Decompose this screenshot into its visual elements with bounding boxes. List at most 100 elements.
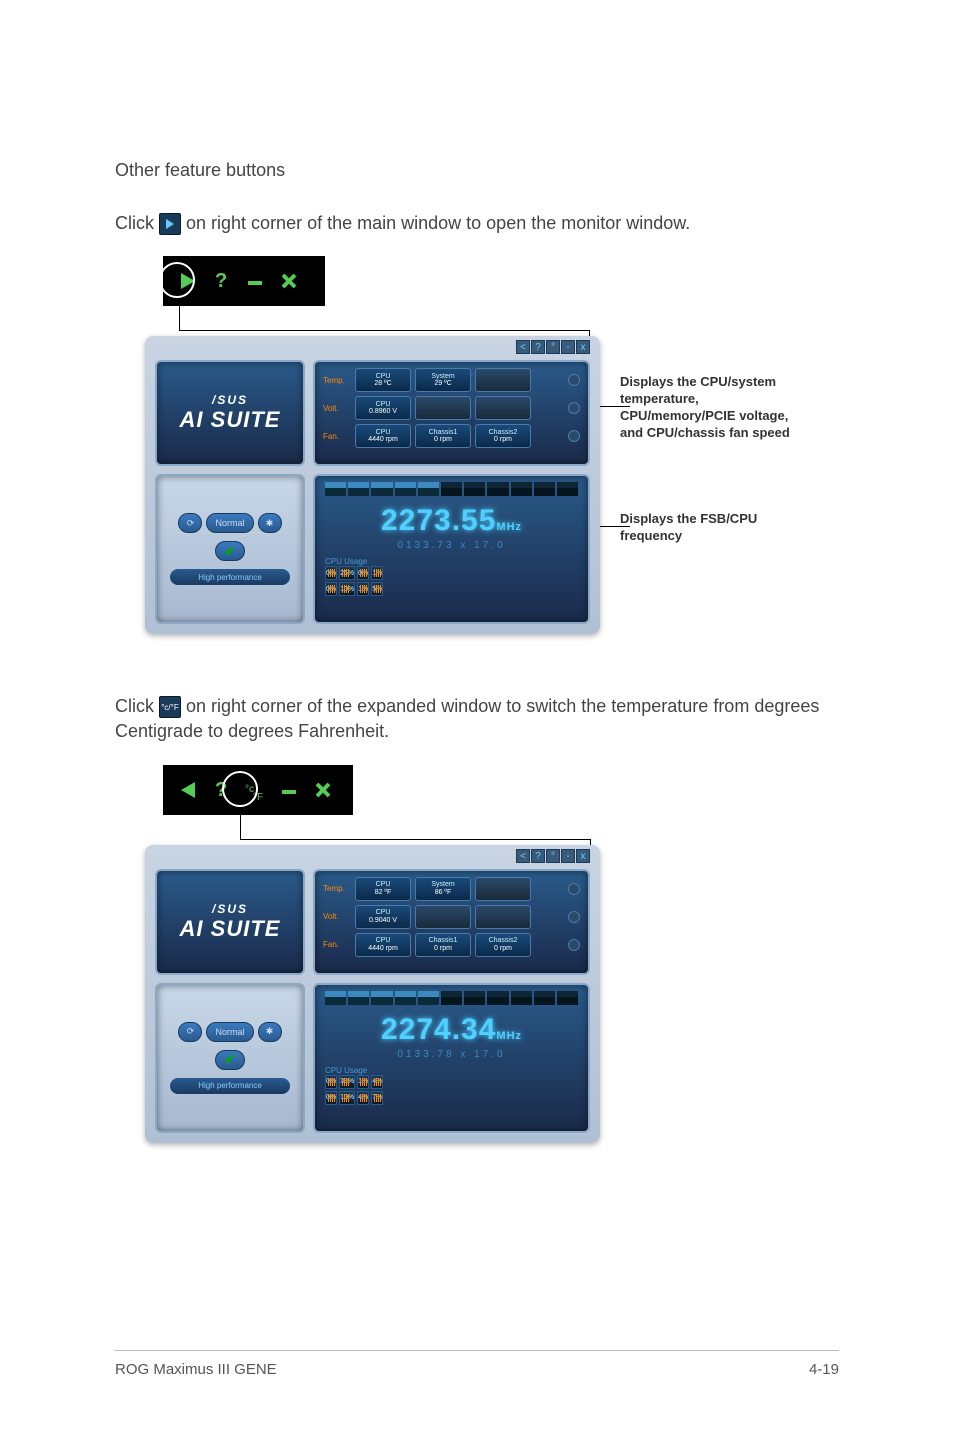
footer-product: ROG Maximus III GENE bbox=[115, 1361, 277, 1378]
callout-connector bbox=[179, 330, 589, 331]
cpu-usage-grid: 0% 26% 0% 1% 0% 10% 1% 5% bbox=[325, 566, 578, 616]
titlebar-strip-1: ? bbox=[163, 256, 325, 306]
collapse-left-icon[interactable]: < bbox=[516, 849, 530, 863]
help-icon[interactable]: ? bbox=[531, 340, 545, 354]
callout-frequency: Displays the FSB/CPU frequency bbox=[620, 511, 810, 545]
frequency-panel: 2274.34MHz 0133.78 x 17.0 CPU Usage 0% 3… bbox=[313, 983, 590, 1133]
cpu-core-usage: 1% bbox=[371, 566, 383, 580]
scroll-indicator-icon[interactable] bbox=[568, 402, 580, 414]
titlebar-strip-2: ? °c°F bbox=[163, 765, 353, 815]
help-icon[interactable]: ? bbox=[531, 849, 545, 863]
minimize-icon[interactable]: - bbox=[561, 340, 575, 354]
scroll-indicator-icon[interactable] bbox=[568, 939, 580, 951]
close-icon[interactable]: x bbox=[576, 340, 590, 354]
temp-unit-icon[interactable]: °c°F bbox=[241, 776, 269, 804]
control-panel: ⟳ Normal ✱ ✔ High performance bbox=[155, 983, 305, 1133]
close-icon[interactable] bbox=[275, 267, 303, 295]
volt-label: Volt. bbox=[323, 912, 351, 921]
mode-normal-button[interactable]: Normal bbox=[206, 513, 253, 533]
frequency-readout: 2274.34MHz bbox=[325, 1013, 578, 1047]
temp-label: Temp. bbox=[323, 884, 351, 893]
fan-label: Fan. bbox=[323, 940, 351, 949]
section-heading: Other feature buttons bbox=[115, 160, 839, 181]
cpu-fan-readout: CPU4440 rpm bbox=[355, 933, 411, 957]
minimize-icon[interactable]: - bbox=[561, 849, 575, 863]
apply-button[interactable]: ✔ bbox=[215, 1050, 245, 1070]
apply-button[interactable]: ✔ bbox=[215, 541, 245, 561]
frequency-multiplier: 0133.78 x 17.0 bbox=[325, 1049, 578, 1060]
page-footer: ROG Maximus III GENE 4-19 bbox=[115, 1350, 839, 1378]
logo-panel: /SUS AI SUITE bbox=[155, 869, 305, 975]
expand-right-icon[interactable] bbox=[173, 267, 201, 295]
scroll-indicator-icon[interactable] bbox=[568, 374, 580, 386]
scroll-indicator-icon[interactable] bbox=[568, 911, 580, 923]
sensor-slot-empty bbox=[475, 396, 531, 420]
frequency-multiplier: 0133.73 x 17.0 bbox=[325, 540, 578, 551]
callout-connector bbox=[240, 815, 241, 839]
sensor-panel: Temp. CPU28 ºC System29 ºC Volt. CPU0.89… bbox=[313, 360, 590, 466]
temp-label: Temp. bbox=[323, 376, 351, 385]
close-icon[interactable] bbox=[309, 776, 337, 804]
profile-high-performance[interactable]: High performance bbox=[170, 569, 290, 585]
cpu-core-usage: 1% bbox=[357, 582, 369, 596]
control-panel: ⟳ Normal ✱ ✔ High performance bbox=[155, 474, 305, 624]
window-top-strip: < ? ° - x bbox=[516, 849, 590, 863]
collapse-left-icon[interactable]: < bbox=[516, 340, 530, 354]
paragraph-1: Click on right corner of the main window… bbox=[115, 211, 839, 236]
help-icon[interactable]: ? bbox=[207, 776, 235, 804]
cpu-core-usage: 7% bbox=[371, 1091, 383, 1105]
cpu-core-usage: 0% bbox=[325, 582, 337, 596]
cpu-fan-readout: CPU4440 rpm bbox=[355, 424, 411, 448]
cpu-core-usage: 10% bbox=[339, 582, 355, 596]
callout-connector bbox=[179, 306, 180, 330]
chassis2-fan-readout: Chassis20 rpm bbox=[475, 933, 531, 957]
mode-icon-left[interactable]: ⟳ bbox=[178, 513, 202, 533]
footer-page-number: 4-19 bbox=[809, 1361, 839, 1378]
collapse-left-icon[interactable] bbox=[173, 776, 201, 804]
scroll-indicator-icon[interactable] bbox=[568, 430, 580, 442]
cpu-core-usage: 5% bbox=[371, 582, 383, 596]
temperature-unit-icon bbox=[159, 696, 181, 718]
window-top-strip: < ? ° - x bbox=[516, 340, 590, 354]
cpu-volt-readout: CPU0.9040 V bbox=[355, 905, 411, 929]
mode-icon-left[interactable]: ⟳ bbox=[178, 1022, 202, 1042]
logo-panel: /SUS AI SUITE bbox=[155, 360, 305, 466]
close-icon[interactable]: x bbox=[576, 849, 590, 863]
cpu-core-usage: 0% bbox=[325, 1075, 337, 1089]
temp-unit-icon[interactable]: ° bbox=[546, 340, 560, 354]
fan-icon[interactable]: ✱ bbox=[258, 1022, 282, 1042]
cpu-usage-grid: 0% 33% 1% 4% 0% 10% 4% 7% bbox=[325, 1075, 578, 1125]
product-logo: AI SUITE bbox=[180, 407, 281, 433]
para2-text-b: on right corner of the expanded window t… bbox=[115, 696, 819, 741]
scroll-indicator-icon[interactable] bbox=[568, 883, 580, 895]
svg-text:?: ? bbox=[215, 270, 227, 292]
para1-text-b: on right corner of the main window to op… bbox=[186, 213, 690, 233]
minimize-icon[interactable] bbox=[241, 267, 269, 295]
sensor-slot-empty bbox=[415, 396, 471, 420]
brand-logo: /SUS bbox=[212, 393, 248, 407]
temp-unit-icon[interactable]: ° bbox=[546, 849, 560, 863]
svg-text:°F: °F bbox=[253, 792, 263, 802]
profile-high-performance[interactable]: High performance bbox=[170, 1078, 290, 1094]
mode-normal-button[interactable]: Normal bbox=[206, 1022, 253, 1042]
fan-icon[interactable]: ✱ bbox=[258, 513, 282, 533]
cpu-usage-label: CPU Usage bbox=[325, 1066, 578, 1075]
cpu-core-usage: 1% bbox=[357, 1075, 369, 1089]
callout-sensor: Displays the CPU/system temperature, CPU… bbox=[620, 374, 810, 442]
fan-label: Fan. bbox=[323, 432, 351, 441]
cpu-core-usage: 0% bbox=[357, 566, 369, 580]
cpu-core-usage: 10% bbox=[339, 1091, 355, 1105]
minimize-icon[interactable] bbox=[275, 776, 303, 804]
system-temp-readout: System86 ºF bbox=[415, 877, 471, 901]
figure-1: ? < ? ° - x bbox=[145, 256, 839, 634]
product-logo: AI SUITE bbox=[180, 916, 281, 942]
para1-text-a: Click bbox=[115, 213, 159, 233]
sensor-panel: Temp. CPU82 ºF System86 ºF Volt. CPU0.90… bbox=[313, 869, 590, 975]
frequency-bar-indicator bbox=[325, 482, 578, 496]
cpu-core-usage: 4% bbox=[357, 1091, 369, 1105]
frequency-bar-indicator bbox=[325, 991, 578, 1005]
ai-suite-window-1: < ? ° - x /SUS AI SUITE ⟳ bbox=[145, 336, 600, 634]
frequency-panel: 2273.55MHz 0133.73 x 17.0 CPU Usage 0% 2… bbox=[313, 474, 590, 624]
cpu-temp-readout: CPU28 ºC bbox=[355, 368, 411, 392]
help-icon[interactable]: ? bbox=[207, 267, 235, 295]
